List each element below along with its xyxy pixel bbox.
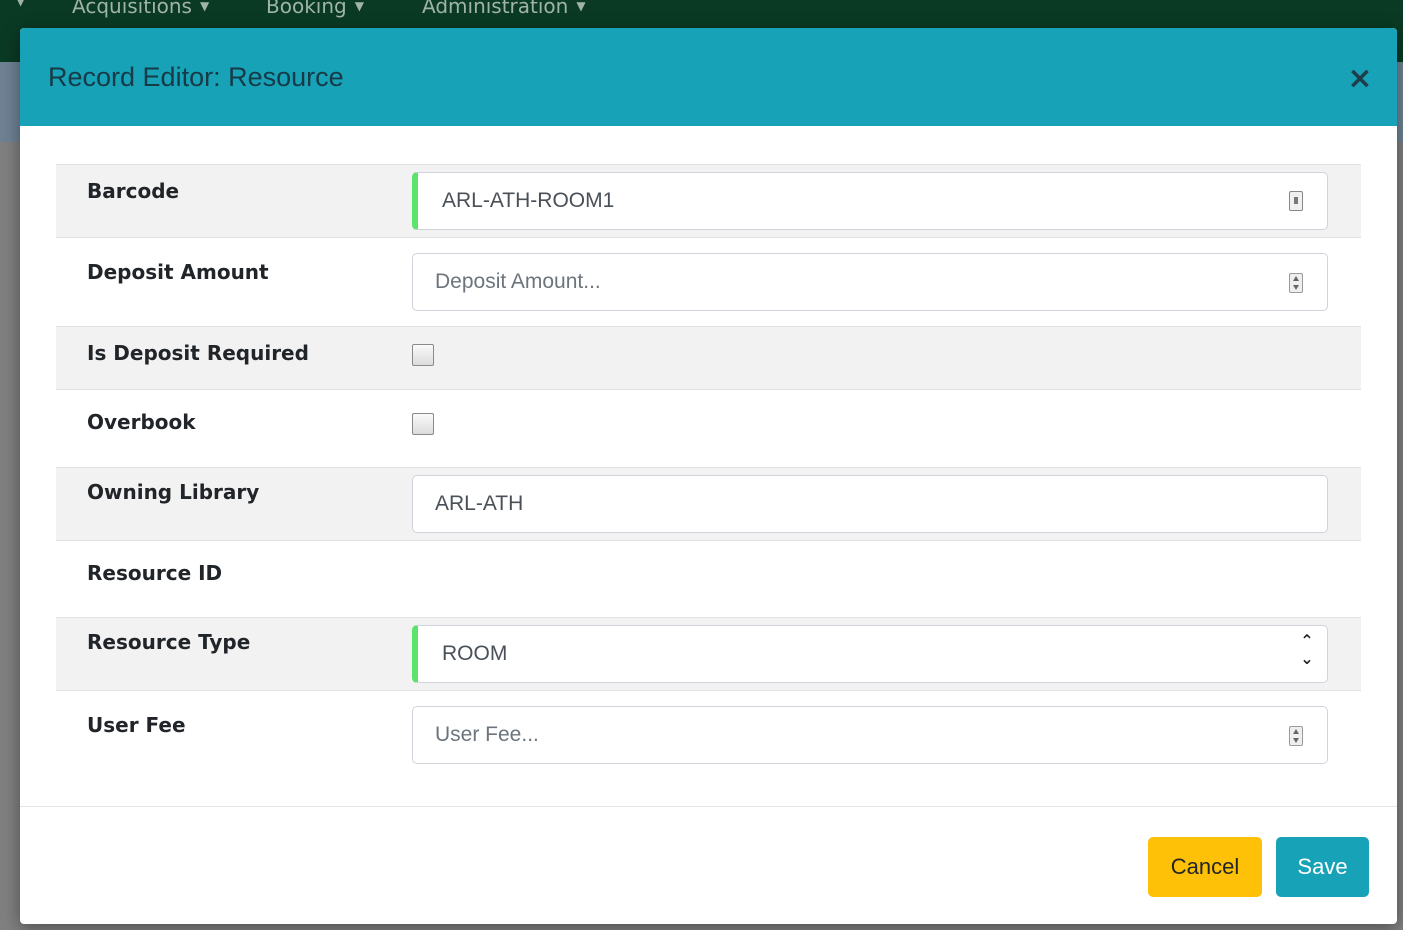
close-icon: × bbox=[1347, 61, 1373, 96]
is-deposit-required-label: Is Deposit Required bbox=[87, 341, 309, 365]
modal-header: Record Editor: Resource × bbox=[20, 28, 1397, 126]
resource-id-label: Resource ID bbox=[87, 561, 223, 585]
bg-nav-caret: ▼ bbox=[16, 0, 26, 8]
user-fee-input[interactable] bbox=[413, 707, 1327, 763]
row-is-deposit-required: Is Deposit Required bbox=[56, 327, 1361, 390]
close-button[interactable]: × bbox=[1345, 64, 1375, 94]
row-deposit-amount: Deposit Amount bbox=[56, 238, 1361, 327]
row-barcode: Barcode ARL-ATH-ROOM1 bbox=[56, 165, 1361, 238]
chevron-down-icon: ▼ bbox=[354, 0, 364, 13]
resource-type-value: ROOM bbox=[442, 642, 508, 665]
bg-nav-administration-label: Administration bbox=[422, 0, 569, 18]
modal-footer: Cancel Save bbox=[20, 806, 1397, 924]
barcode-label: Barcode bbox=[87, 179, 180, 203]
overbook-label: Overbook bbox=[87, 410, 196, 434]
owning-library-value: ARL-ATH bbox=[435, 492, 524, 515]
chevron-down-icon: ▼ bbox=[576, 0, 586, 13]
chevron-down-icon: ▼ bbox=[199, 0, 210, 13]
row-resource-id: Resource ID bbox=[56, 541, 1361, 618]
deposit-amount-input[interactable] bbox=[413, 254, 1327, 310]
user-fee-label: User Fee bbox=[87, 713, 186, 737]
cancel-button[interactable]: Cancel bbox=[1148, 837, 1262, 897]
deposit-amount-field[interactable] bbox=[412, 253, 1328, 311]
barcode-field[interactable]: ARL-ATH-ROOM1 bbox=[412, 172, 1328, 230]
owning-library-field[interactable]: ARL-ATH bbox=[412, 475, 1328, 533]
row-owning-library: Owning Library ARL-ATH bbox=[56, 468, 1361, 541]
is-deposit-required-checkbox[interactable] bbox=[412, 344, 434, 366]
bg-nav-acquisitions-label: Acquisitions bbox=[72, 0, 192, 18]
overbook-checkbox[interactable] bbox=[412, 413, 434, 435]
deposit-amount-label: Deposit Amount bbox=[87, 260, 269, 284]
record-form: Barcode ARL-ATH-ROOM1 Deposit Amount Is … bbox=[56, 164, 1361, 777]
bg-nav-acquisitions: Acquisitions ▼ bbox=[72, 0, 209, 18]
lock-icon bbox=[1289, 191, 1303, 211]
bg-nav-administration: Administration ▼ bbox=[422, 0, 586, 18]
resource-type-select[interactable]: ROOM ⌃ ⌄ bbox=[412, 625, 1328, 683]
row-overbook: Overbook bbox=[56, 390, 1361, 468]
bg-nav-booking: Booking ▼ bbox=[266, 0, 364, 18]
spinner-icon[interactable] bbox=[1289, 726, 1303, 746]
barcode-value: ARL-ATH-ROOM1 bbox=[442, 189, 615, 212]
record-editor-modal: Record Editor: Resource × Barcode ARL-AT… bbox=[20, 28, 1397, 924]
save-button[interactable]: Save bbox=[1276, 837, 1369, 897]
row-user-fee: User Fee bbox=[56, 691, 1361, 777]
resource-type-label: Resource Type bbox=[87, 630, 251, 654]
chevron-updown-icon: ⌃ ⌄ bbox=[1300, 631, 1314, 668]
owning-library-label: Owning Library bbox=[87, 480, 260, 504]
bg-nav-booking-label: Booking bbox=[266, 0, 347, 18]
user-fee-field[interactable] bbox=[412, 706, 1328, 764]
modal-title: Record Editor: Resource bbox=[48, 62, 344, 92]
spinner-icon[interactable] bbox=[1289, 273, 1303, 293]
row-resource-type: Resource Type ROOM ⌃ ⌄ bbox=[56, 618, 1361, 691]
